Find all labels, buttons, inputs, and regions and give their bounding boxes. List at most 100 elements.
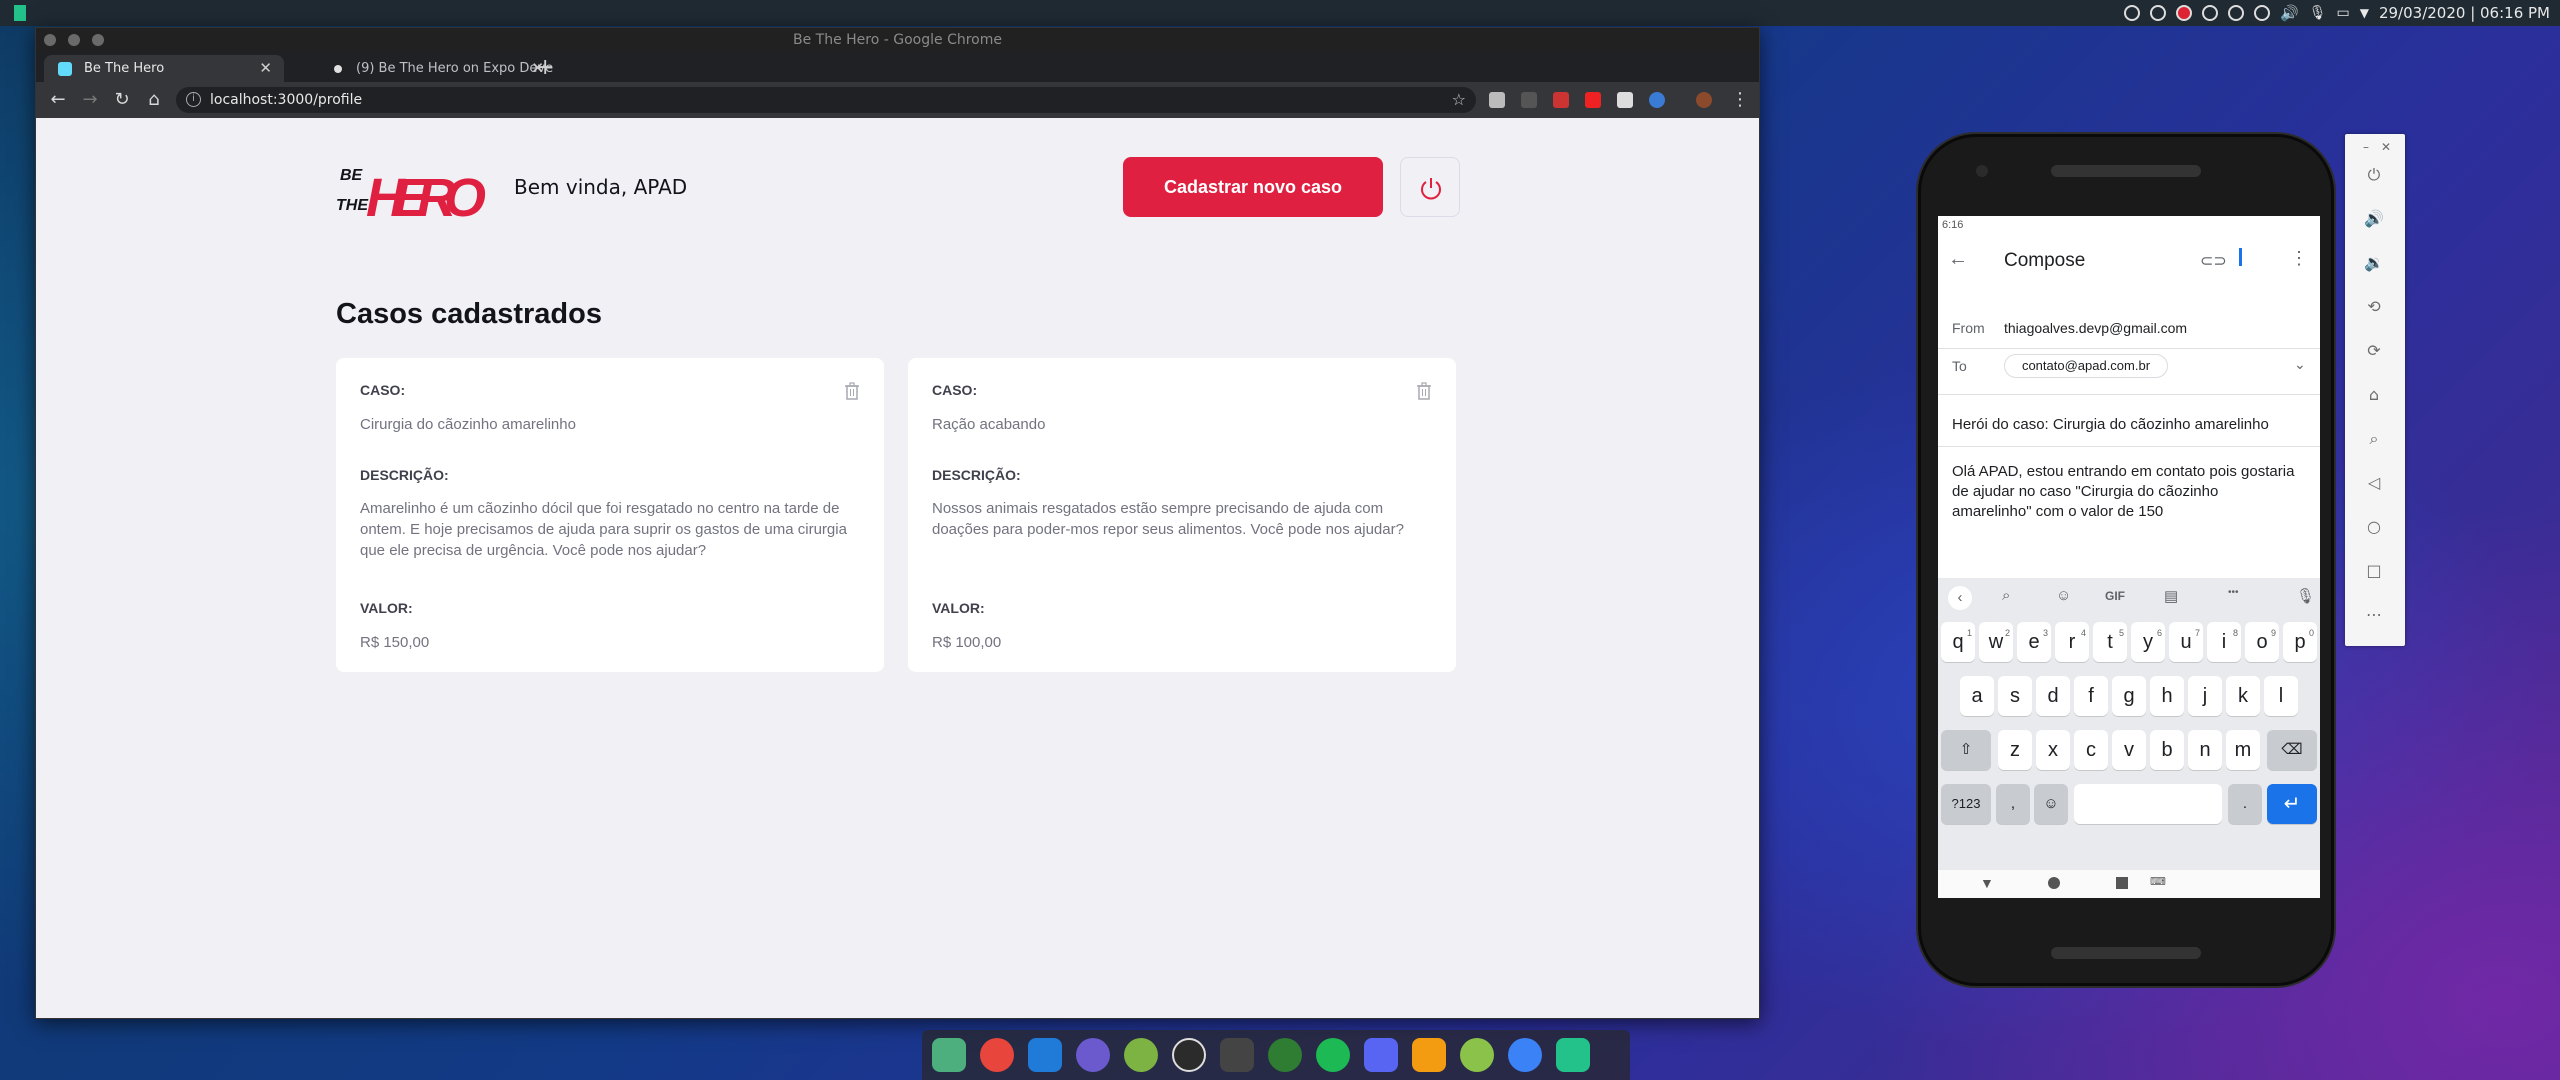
nav-back-icon[interactable]: ▼ bbox=[1980, 875, 1994, 891]
steam-tray-icon[interactable] bbox=[2202, 5, 2219, 21]
enter-key-icon[interactable]: ↵ bbox=[2267, 784, 2317, 824]
new-case-button[interactable]: Cadastrar novo caso bbox=[1123, 157, 1383, 217]
power-tray-icon[interactable] bbox=[2228, 5, 2245, 21]
youtube-extension-icon[interactable] bbox=[1585, 92, 1601, 108]
volume-icon[interactable]: 🔊 bbox=[2280, 4, 2299, 22]
key[interactable]: 8i bbox=[2207, 622, 2241, 662]
extension-icon[interactable] bbox=[1649, 92, 1665, 108]
overview-icon[interactable]: □ bbox=[2363, 560, 2385, 582]
android-studio-icon[interactable] bbox=[1124, 1038, 1158, 1072]
key[interactable]: z bbox=[1998, 730, 2032, 770]
search-icon[interactable]: ⌕ bbox=[2002, 587, 2010, 604]
mic-icon[interactable]: 🎙 bbox=[2309, 5, 2327, 21]
files-icon[interactable] bbox=[932, 1038, 966, 1072]
key[interactable]: 0p bbox=[2283, 622, 2317, 662]
minimize-window-icon[interactable] bbox=[68, 34, 80, 46]
record-tray-icon[interactable] bbox=[2176, 5, 2193, 21]
subject-field[interactable]: Herói do caso: Cirurgia do cãozinho amar… bbox=[1952, 416, 2269, 433]
vscode-icon[interactable] bbox=[1028, 1038, 1062, 1072]
emoji-key-icon[interactable]: ☺ bbox=[2034, 784, 2068, 824]
tab-be-the-hero[interactable]: Be The Hero ✕ bbox=[44, 55, 284, 82]
key[interactable]: 9o bbox=[2245, 622, 2279, 662]
close-tab-icon[interactable]: ✕ bbox=[259, 55, 272, 82]
app-icon[interactable] bbox=[1076, 1038, 1110, 1072]
keyboard-switch-icon[interactable]: ⌨ bbox=[2150, 875, 2166, 888]
close-icon[interactable]: ✕ bbox=[2375, 136, 2397, 158]
window-titlebar[interactable]: Be The Hero - Google Chrome bbox=[36, 28, 1759, 52]
sticker-icon[interactable]: ☺ bbox=[2056, 587, 2071, 604]
tab-expo[interactable]: (9) Be The Hero on Expo Deve ✕ bbox=[286, 55, 556, 82]
gif-button[interactable]: GIF bbox=[2105, 589, 2125, 603]
logout-button[interactable] bbox=[1400, 157, 1460, 217]
email-body-field[interactable]: Olá APAD, estou entrando em contato pois… bbox=[1952, 462, 2302, 522]
more-icon[interactable]: ⋯ bbox=[2363, 604, 2385, 626]
close-window-icon[interactable] bbox=[44, 34, 56, 46]
back-icon[interactable]: ← bbox=[44, 86, 72, 114]
volume-up-icon[interactable]: 🔊 bbox=[2363, 208, 2385, 230]
shift-key-icon[interactable]: ⇧ bbox=[1941, 730, 1991, 770]
minimize-icon[interactable]: – bbox=[2355, 136, 2377, 158]
period-key[interactable]: . bbox=[2228, 784, 2262, 824]
key[interactable]: x bbox=[2036, 730, 2070, 770]
address-bar[interactable]: i localhost:3000/profile ☆ bbox=[176, 87, 1476, 113]
from-field[interactable]: thiagoalves.devp@gmail.com bbox=[2004, 320, 2187, 336]
home-icon[interactable]: ○ bbox=[2363, 516, 2385, 538]
key[interactable]: s bbox=[1998, 676, 2032, 716]
key[interactable]: b bbox=[2150, 730, 2184, 770]
home-icon[interactable]: ⌂ bbox=[140, 86, 168, 114]
network-icon[interactable]: ▼ bbox=[2360, 6, 2369, 20]
clipboard-tray-icon[interactable] bbox=[2254, 5, 2271, 21]
reload-icon[interactable]: ↻ bbox=[108, 86, 136, 114]
key[interactable]: d bbox=[2036, 676, 2070, 716]
key[interactable]: j bbox=[2188, 676, 2222, 716]
key[interactable]: 5t bbox=[2093, 622, 2127, 662]
new-tab-icon[interactable]: + bbox=[536, 54, 554, 82]
key[interactable]: k bbox=[2226, 676, 2260, 716]
recipient-chip[interactable]: contato@apad.com.br bbox=[2004, 354, 2168, 378]
key[interactable]: n bbox=[2188, 730, 2222, 770]
nav-recents-icon[interactable] bbox=[2116, 877, 2128, 889]
back-arrow-icon[interactable]: ← bbox=[1948, 248, 1968, 271]
vlc-icon[interactable] bbox=[1412, 1038, 1446, 1072]
discord-icon[interactable] bbox=[1364, 1038, 1398, 1072]
send-icon[interactable] bbox=[2239, 248, 2242, 266]
play-tray-icon[interactable] bbox=[2150, 5, 2167, 21]
rotate-right-icon[interactable]: ⟳ bbox=[2363, 340, 2385, 362]
clipboard-icon[interactable]: ▤ bbox=[2164, 587, 2178, 605]
backspace-key-icon[interactable]: ⌫ bbox=[2267, 730, 2317, 770]
key[interactable]: a bbox=[1960, 676, 1994, 716]
extension-icon[interactable] bbox=[1553, 92, 1569, 108]
key[interactable]: 7u bbox=[2169, 622, 2203, 662]
key[interactable]: f bbox=[2074, 676, 2108, 716]
display-icon[interactable]: ▭ bbox=[2337, 5, 2350, 21]
forward-icon[interactable]: → bbox=[76, 86, 104, 114]
trash-icon[interactable] bbox=[844, 382, 860, 400]
key[interactable]: 2w bbox=[1979, 622, 2013, 662]
site-info-icon[interactable]: i bbox=[186, 92, 201, 107]
mic-icon[interactable]: 🎙 bbox=[2296, 587, 2315, 605]
volume-down-icon[interactable]: 🔉 bbox=[2363, 252, 2385, 274]
download-icon[interactable] bbox=[1460, 1038, 1494, 1072]
key[interactable]: h bbox=[2150, 676, 2184, 716]
profile-avatar[interactable] bbox=[1696, 92, 1712, 108]
qbittorrent-icon[interactable] bbox=[1508, 1038, 1542, 1072]
key[interactable]: 3e bbox=[2017, 622, 2051, 662]
menu-dots-icon[interactable]: ⋮ bbox=[1726, 86, 1754, 114]
key[interactable]: 4r bbox=[2055, 622, 2089, 662]
extension-icon[interactable] bbox=[1521, 92, 1537, 108]
settings-tray-icon[interactable] bbox=[2124, 5, 2141, 21]
notion-extension-icon[interactable] bbox=[1617, 92, 1633, 108]
more-icon[interactable]: ••• bbox=[2228, 587, 2239, 598]
rotate-left-icon[interactable]: ⟲ bbox=[2363, 296, 2385, 318]
collapse-icon[interactable]: ‹ bbox=[1948, 586, 1972, 610]
clock[interactable]: 29/03/2020 | 06:16 PM bbox=[2379, 4, 2550, 22]
spotify-icon[interactable] bbox=[1316, 1038, 1350, 1072]
terminal-icon[interactable] bbox=[1220, 1038, 1254, 1072]
key[interactable]: 1q bbox=[1941, 622, 1975, 662]
space-key[interactable] bbox=[2074, 784, 2222, 824]
key[interactable]: g bbox=[2112, 676, 2146, 716]
more-options-icon[interactable]: ⋮ bbox=[2290, 248, 2308, 269]
chrome-icon[interactable] bbox=[980, 1038, 1014, 1072]
attach-icon[interactable]: ⊂⊃ bbox=[2200, 251, 2227, 271]
expand-chevron-icon[interactable]: ⌄ bbox=[2294, 356, 2306, 373]
